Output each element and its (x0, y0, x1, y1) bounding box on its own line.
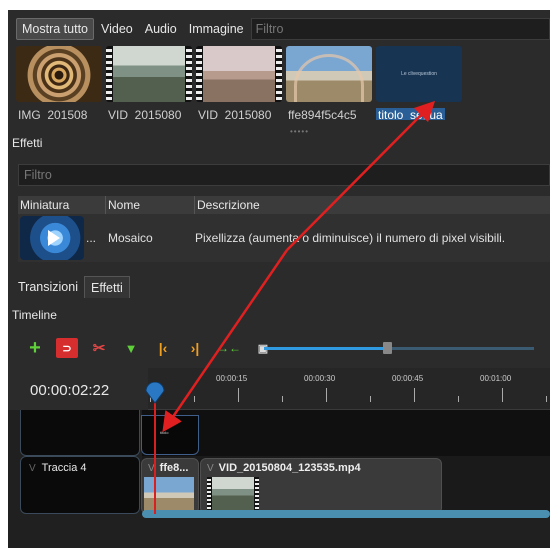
ruler-tick (238, 388, 239, 402)
track-header[interactable]: V Traccia 4 (20, 456, 140, 514)
previous-marker-icon[interactable]: |‹ (152, 338, 174, 358)
bridge-video-thumbnail (106, 46, 192, 102)
project-file-name: IMG_201508 (18, 108, 88, 120)
rainbow-image-thumbnail (144, 477, 194, 511)
timeline-ruler[interactable]: 00:00:15 00:00:30 00:00:45 00:01:00 (148, 368, 550, 410)
tab-transitions[interactable]: Transizioni (12, 276, 84, 298)
playhead-line (154, 398, 156, 514)
rainbow-image-thumbnail (286, 46, 372, 102)
center-playhead-icon[interactable]: →← (216, 338, 242, 358)
bridge-video-thumbnail (207, 477, 259, 511)
tab-effects[interactable]: Effetti (83, 276, 130, 298)
effects-panel-title: Effetti (12, 136, 43, 150)
column-header-thumbnail[interactable]: Miniatura (18, 196, 106, 214)
track-name: V Traccia 4 (29, 462, 87, 474)
zoom-slider-fill (264, 347, 383, 350)
snap-magnet-icon[interactable]: ⊃ (56, 338, 78, 358)
timeline-horizontal-scrollbar[interactable] (142, 510, 550, 518)
clip-title: V VID_20150804_123535.mp4 (207, 462, 361, 474)
chevron-down-icon[interactable]: V (29, 463, 36, 474)
title-card-text: Le clivequestion (401, 71, 437, 77)
effect-description: Pixellizza (aumenta o diminuisce) il num… (195, 231, 506, 245)
track-name-label: Traccia 4 (41, 462, 87, 474)
add-track-icon[interactable]: + (24, 337, 46, 359)
track-body[interactable] (142, 410, 550, 456)
landscape-video-thumbnail (196, 46, 282, 102)
project-file-item[interactable]: VID_2015080 (196, 46, 282, 120)
ruler-tick (458, 396, 459, 402)
project-file-name: ffe894f5c4c5 (288, 108, 357, 120)
project-file-name: titolo_segua (376, 108, 445, 120)
project-file-item[interactable]: ffe894f5c4c5 (286, 46, 372, 120)
video-clip[interactable]: V VID_20150804_123535.mp4 (200, 458, 442, 514)
effects-table: Miniatura Nome Descrizione ... Mosaico P… (18, 196, 550, 262)
project-files-search-input[interactable]: Filtro (250, 18, 550, 40)
ruler-label: 00:00:30 (304, 374, 336, 383)
effect-thumbnail-cell: ... (18, 216, 106, 260)
panel-splitter-grip[interactable]: ••••• (290, 127, 309, 136)
filter-audio-button[interactable]: Audio (140, 18, 182, 40)
project-file-item[interactable]: VID_2015080 (106, 46, 192, 120)
column-header-description[interactable]: Descrizione (195, 196, 550, 214)
clip-title-label: ffe8... (159, 462, 189, 474)
filter-show-all-button[interactable]: Mostra tutto (16, 18, 94, 40)
ruler-tick (282, 396, 283, 402)
project-file-name: VID_2015080 (198, 108, 272, 120)
openshot-window: Mostra tutto Video Audio Immagine Filtro… (8, 10, 550, 548)
playhead-handle-icon[interactable] (145, 382, 165, 404)
column-header-name[interactable]: Nome (106, 196, 195, 214)
timeline-panel-title: Timeline (12, 308, 57, 322)
ruler-tick (502, 388, 503, 402)
spiral-staircase-thumbnail (16, 46, 102, 102)
current-timecode: 00:00:02:22 (30, 382, 110, 399)
effect-name: Mosaico (108, 231, 153, 245)
razor-scissors-icon[interactable]: ✂ (88, 338, 110, 358)
next-marker-icon[interactable]: ›| (184, 338, 206, 358)
play-icon (20, 216, 84, 260)
effects-table-header: Miniatura Nome Descrizione (18, 196, 550, 214)
title-clip-preview-text: titolo (160, 430, 169, 435)
zoom-slider-handle[interactable] (383, 342, 392, 354)
ruler-label: 00:01:00 (480, 374, 512, 383)
bottom-tabs: Transizioni Effetti (12, 276, 130, 298)
track-header[interactable] (20, 410, 140, 456)
ruler-tick (370, 396, 371, 402)
clip-title-label: VID_20150804_123535.mp4 (218, 462, 361, 474)
ruler-tick (414, 388, 415, 402)
ruler-tick (326, 388, 327, 402)
filter-image-button[interactable]: Immagine (184, 18, 249, 40)
title-card-thumbnail: Le clivequestion (376, 46, 462, 102)
project-file-item[interactable]: IMG_201508 (16, 46, 102, 120)
ruler-label: 00:00:15 (216, 374, 248, 383)
effect-ellipsis: ... (86, 231, 97, 245)
project-file-item-selected[interactable]: Le clivequestion titolo_segua (376, 46, 462, 120)
project-file-name: VID_2015080 (108, 108, 182, 120)
image-clip[interactable]: Vffe8... (141, 458, 199, 514)
ruler-tick (546, 396, 547, 402)
ruler-label: 00:00:45 (392, 374, 424, 383)
chevron-down-icon[interactable]: V (207, 463, 214, 474)
effects-search-input[interactable]: Filtro (18, 164, 550, 186)
add-marker-icon[interactable]: ▼ (120, 338, 142, 358)
filter-video-button[interactable]: Video (96, 18, 138, 40)
title-clip[interactable]: titolo (141, 415, 199, 455)
table-row[interactable]: ... Mosaico Pixellizza (aumenta o diminu… (18, 214, 550, 262)
project-files-list: IMG_201508 VID_2015080 VID_2015080 ffe89… (16, 46, 550, 120)
ruler-tick (194, 396, 195, 402)
project-files-filterbar: Mostra tutto Video Audio Immagine Filtro (16, 18, 550, 40)
